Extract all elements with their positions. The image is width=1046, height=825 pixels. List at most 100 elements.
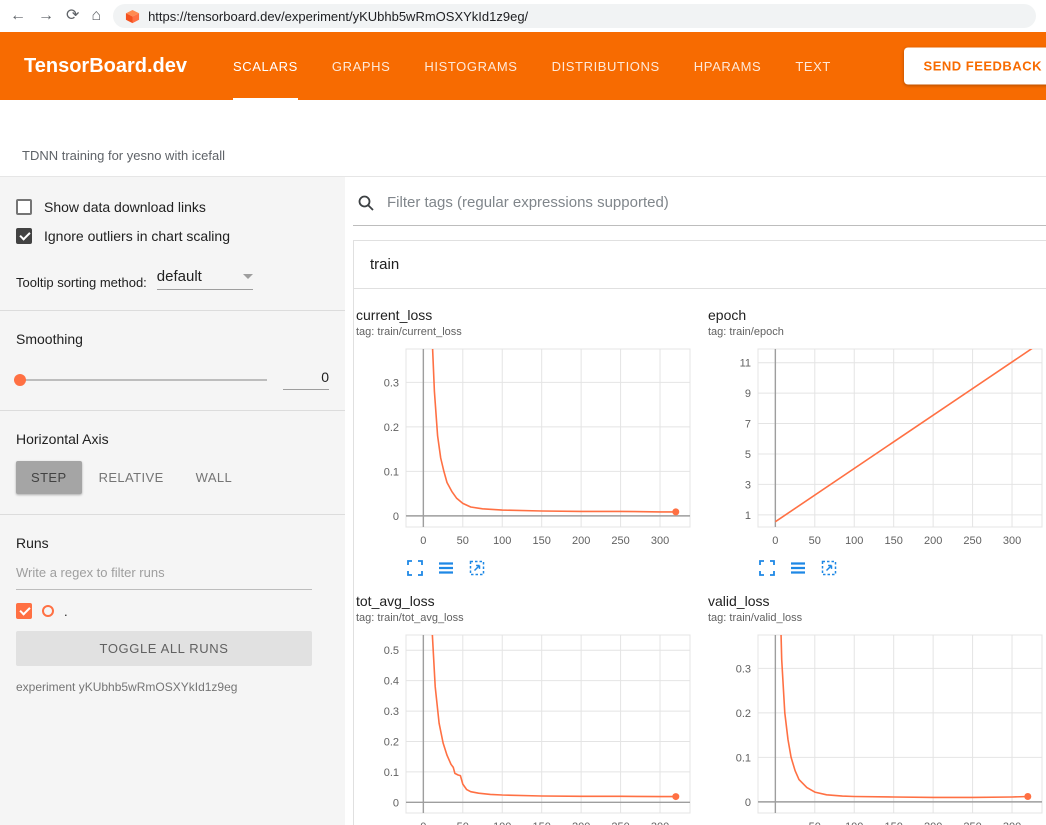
home-icon[interactable]: ⌂: [91, 8, 101, 24]
expand-icon[interactable]: [406, 559, 424, 577]
chart-title: valid_loss: [708, 593, 1046, 609]
tab-histograms[interactable]: HISTOGRAMS: [424, 32, 517, 100]
smoothing-value[interactable]: 0: [283, 369, 329, 390]
run-row: .: [16, 603, 329, 619]
fit-domain-icon[interactable]: [820, 559, 838, 577]
back-icon[interactable]: ←: [10, 8, 26, 24]
horizontal-axis-buttons: STEP RELATIVE WALL: [16, 461, 329, 494]
svg-text:150: 150: [533, 535, 551, 547]
tooltip-sorting-select[interactable]: default: [157, 268, 253, 290]
svg-text:100: 100: [845, 535, 863, 547]
svg-text:50: 50: [809, 821, 821, 825]
search-icon: [357, 194, 375, 212]
smoothing-slider-row: 0: [16, 369, 329, 390]
svg-text:0: 0: [772, 535, 778, 547]
reload-icon[interactable]: ⟳: [66, 8, 79, 24]
svg-text:0.1: 0.1: [384, 767, 399, 779]
svg-text:0.1: 0.1: [736, 752, 751, 764]
divider: [0, 514, 345, 515]
tab-hparams[interactable]: HPARAMS: [694, 32, 762, 100]
tag-filter-input[interactable]: [385, 193, 1040, 212]
train-card: train current_loss tag: train/current_lo…: [353, 240, 1046, 825]
smoothing-slider-thumb[interactable]: [14, 374, 26, 386]
ignore-outliers-checkbox[interactable]: [16, 228, 32, 244]
address-bar[interactable]: https://tensorboard.dev/experiment/yKUbh…: [113, 4, 1036, 28]
tab-text[interactable]: TEXT: [795, 32, 831, 100]
chart-toolbar: [406, 559, 706, 577]
expand-icon[interactable]: [758, 559, 776, 577]
svg-text:50: 50: [457, 821, 469, 825]
chart-title: tot_avg_loss: [356, 593, 706, 609]
app-header: TensorBoard.dev SCALARS GRAPHS HISTOGRAM…: [0, 32, 1046, 100]
svg-text:300: 300: [1003, 821, 1021, 825]
svg-text:0.3: 0.3: [384, 377, 399, 389]
svg-text:100: 100: [845, 821, 863, 825]
svg-text:0: 0: [393, 511, 399, 523]
svg-text:250: 250: [963, 535, 981, 547]
svg-text:0.3: 0.3: [384, 706, 399, 718]
tab-scalars[interactable]: SCALARS: [233, 32, 298, 100]
axis-relative-button[interactable]: RELATIVE: [84, 461, 179, 494]
svg-text:200: 200: [572, 535, 590, 547]
divider: [0, 310, 345, 311]
main-panel: train current_loss tag: train/current_lo…: [345, 177, 1046, 825]
line-chart[interactable]: 05010015020025030000.10.20.3: [356, 342, 706, 554]
svg-text:300: 300: [651, 535, 669, 547]
run-selector-icon[interactable]: [437, 559, 455, 577]
show-download-checkbox[interactable]: [16, 199, 32, 215]
line-chart[interactable]: 5010015020025030000.10.20.3: [708, 628, 1046, 825]
tooltip-sorting-row: Tooltip sorting method: default: [16, 268, 329, 290]
svg-text:250: 250: [611, 821, 629, 825]
svg-text:200: 200: [572, 821, 590, 825]
svg-text:50: 50: [457, 535, 469, 547]
browser-chrome: ← → ⟳ ⌂ https://tensorboard.dev/experime…: [0, 0, 1046, 32]
line-chart[interactable]: 0501001502002503001357911: [708, 342, 1046, 554]
toggle-all-runs-button[interactable]: TOGGLE ALL RUNS: [16, 631, 312, 666]
forward-icon[interactable]: →: [38, 8, 54, 24]
svg-text:300: 300: [1003, 535, 1021, 547]
svg-text:0: 0: [420, 821, 426, 825]
svg-text:0: 0: [393, 797, 399, 809]
tooltip-sorting-label: Tooltip sorting method:: [16, 275, 147, 290]
svg-text:0.3: 0.3: [736, 663, 751, 675]
tab-graphs[interactable]: GRAPHS: [332, 32, 391, 100]
sidebar: Show data download links Ignore outliers…: [0, 177, 345, 825]
axis-step-button[interactable]: STEP: [16, 461, 82, 494]
smoothing-slider[interactable]: [16, 379, 267, 381]
run-name: .: [64, 604, 68, 619]
svg-text:9: 9: [745, 388, 751, 400]
svg-text:0: 0: [745, 797, 751, 809]
content: Show data download links Ignore outliers…: [0, 176, 1046, 825]
svg-text:100: 100: [493, 821, 511, 825]
fit-domain-icon[interactable]: [468, 559, 486, 577]
ignore-outliers-row: Ignore outliers in chart scaling: [16, 228, 329, 244]
app-logo[interactable]: TensorBoard.dev: [24, 55, 187, 78]
ignore-outliers-label: Ignore outliers in chart scaling: [44, 228, 230, 244]
experiment-id-label: experiment yKUbhb5wRmOSXYkId1z9eg: [16, 680, 329, 694]
chart-tag: tag: train/epoch: [708, 326, 1046, 338]
svg-text:0.2: 0.2: [384, 736, 399, 748]
run-checkbox[interactable]: [16, 603, 32, 619]
send-feedback-button[interactable]: SEND FEEDBACK: [904, 48, 1046, 85]
chart-toolbar: [758, 559, 1046, 577]
svg-text:7: 7: [745, 419, 751, 431]
svg-text:0.5: 0.5: [384, 645, 399, 657]
chart-tag: tag: train/tot_avg_loss: [356, 612, 706, 624]
url-text: https://tensorboard.dev/experiment/yKUbh…: [148, 9, 528, 24]
svg-text:11: 11: [740, 358, 751, 370]
tooltip-sorting-value: default: [157, 268, 202, 285]
chart-tag: tag: train/valid_loss: [708, 612, 1046, 624]
run-color-icon: [42, 605, 54, 617]
svg-text:0: 0: [420, 535, 426, 547]
run-selector-icon[interactable]: [789, 559, 807, 577]
tab-distributions[interactable]: DISTRIBUTIONS: [552, 32, 660, 100]
train-group-header[interactable]: train: [354, 241, 1046, 289]
axis-wall-button[interactable]: WALL: [181, 461, 248, 494]
svg-text:0.1: 0.1: [384, 466, 399, 478]
tag-filter-row: [353, 183, 1046, 226]
experiment-title: TDNN training for yesno with icefall: [22, 148, 225, 163]
svg-text:250: 250: [963, 821, 981, 825]
line-chart[interactable]: 05010015020025030000.10.20.30.40.5: [356, 628, 706, 825]
runs-filter-input[interactable]: [16, 557, 312, 590]
svg-text:5: 5: [745, 449, 751, 461]
